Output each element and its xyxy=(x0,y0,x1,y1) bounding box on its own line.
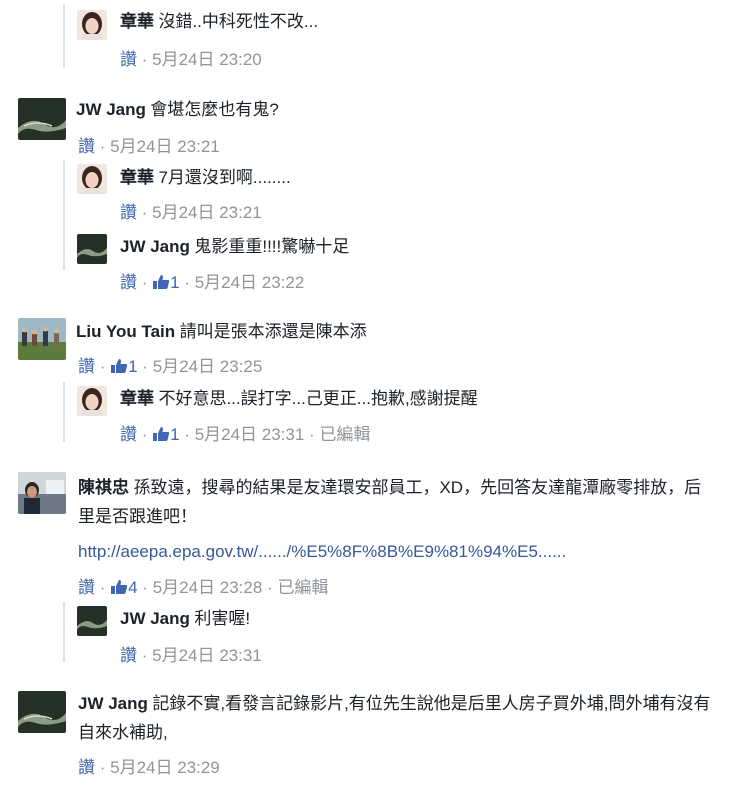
comment-body: Liu You Tain 請叫是張本添還是陳本添 xyxy=(76,320,367,345)
comment-link[interactable]: http://aeepa.epa.gov.tw/....../%E5%8F%8B… xyxy=(78,542,566,562)
like-thumb-icon xyxy=(111,580,128,594)
separator: · xyxy=(95,357,111,376)
comment-text: 會堪怎麼也有鬼? xyxy=(150,100,279,119)
reply-thread-line xyxy=(63,160,65,270)
comment-body: 章華 不好意思...誤打字...己更正...抱歉,感謝提醒 xyxy=(120,387,478,412)
comment-text: 孫致遠，搜尋的結果是友達環安部員工，XD，先回答友達龍潭廠零排放，后里是否跟進吧… xyxy=(78,478,702,526)
like-link[interactable]: 讚 xyxy=(120,50,137,69)
avatar[interactable] xyxy=(77,234,107,264)
comment-text: 沒錯..中科死性不改... xyxy=(158,12,319,31)
comment-meta: 讚 · 1 · 5月24日 23:22 xyxy=(120,268,304,293)
comment-body: 陳祺忠 孫致遠，搜尋的結果是友達環安部員工，XD，先回答友達龍潭廠零排放，后里是… xyxy=(78,474,718,532)
separator: · xyxy=(137,357,153,376)
timestamp[interactable]: 5月24日 23:22 xyxy=(195,273,305,292)
avatar[interactable] xyxy=(77,164,107,194)
separator: · xyxy=(95,578,111,597)
comment-text: 7月還沒到啊........ xyxy=(158,168,291,187)
reply-thread-line xyxy=(63,382,65,442)
comment-meta: 讚 · 5月24日 23:20 xyxy=(120,45,262,70)
like-link[interactable]: 讚 xyxy=(120,203,137,222)
like-count[interactable]: 4 xyxy=(128,578,137,597)
avatar[interactable] xyxy=(77,10,107,40)
comment-body: 章華 7月還沒到啊........ xyxy=(120,166,291,191)
avatar[interactable] xyxy=(77,386,107,416)
separator: · xyxy=(137,273,153,292)
separator: · xyxy=(179,425,195,444)
comment-meta: 讚 · 5月24日 23:31 xyxy=(120,641,262,666)
like-link[interactable]: 讚 xyxy=(120,273,137,292)
separator: · xyxy=(137,425,153,444)
like-thumb-icon xyxy=(111,359,128,373)
comment-text: 請叫是張本添還是陳本添 xyxy=(179,322,367,341)
timestamp[interactable]: 5月24日 23:31 xyxy=(152,646,262,665)
separator: · xyxy=(95,758,111,777)
separator: · xyxy=(137,646,153,665)
comment-text: 記錄不實,看發言記錄影片,有位先生說他是后里人房子買外埔,問外埔有沒有自來水補助… xyxy=(78,694,711,742)
commenter-name[interactable]: 章華 xyxy=(120,389,154,408)
timestamp[interactable]: 5月24日 23:28 xyxy=(153,578,263,597)
comment-text: 鬼影重重!!!!驚嚇十足 xyxy=(194,237,350,256)
comment-body: 章華 沒錯..中科死性不改... xyxy=(120,10,318,35)
commenter-name[interactable]: Liu You Tain xyxy=(76,322,175,341)
like-count[interactable]: 1 xyxy=(128,357,137,376)
commenter-name[interactable]: JW Jang xyxy=(120,237,190,256)
commenter-name[interactable]: JW Jang xyxy=(76,100,146,119)
commenter-name[interactable]: JW Jang xyxy=(78,694,148,713)
like-count[interactable]: 1 xyxy=(170,425,179,444)
comment-text: 利害喔! xyxy=(194,609,251,628)
edited-link[interactable]: 已編輯 xyxy=(277,578,328,597)
avatar[interactable] xyxy=(18,98,66,140)
separator: · xyxy=(137,578,153,597)
comment-meta: 讚 · 5月24日 23:21 xyxy=(120,198,262,223)
separator: · xyxy=(262,578,278,597)
comment-meta: 讚 · 1 · 5月24日 23:31 · 已編輯 xyxy=(120,420,370,445)
timestamp[interactable]: 5月24日 23:21 xyxy=(152,203,262,222)
separator: · xyxy=(179,273,195,292)
like-link[interactable]: 讚 xyxy=(78,137,95,156)
like-thumb-icon xyxy=(153,275,170,289)
timestamp[interactable]: 5月24日 23:25 xyxy=(153,357,263,376)
like-link[interactable]: 讚 xyxy=(120,646,137,665)
like-link[interactable]: 讚 xyxy=(78,758,95,777)
timestamp[interactable]: 5月24日 23:21 xyxy=(110,137,220,156)
commenter-name[interactable]: 陳祺忠 xyxy=(78,478,129,497)
commenter-name[interactable]: 章華 xyxy=(120,12,154,31)
like-link[interactable]: 讚 xyxy=(78,578,95,597)
avatar[interactable] xyxy=(18,691,66,733)
separator: · xyxy=(137,203,153,222)
edited-link[interactable]: 已編輯 xyxy=(319,425,370,444)
like-count[interactable]: 1 xyxy=(170,273,179,292)
separator: · xyxy=(95,137,111,156)
comment-body: JW Jang 記錄不實,看發言記錄影片,有位先生說他是后里人房子買外埔,問外埔… xyxy=(78,690,718,748)
reply-thread-line xyxy=(63,4,65,68)
comment-body: JW Jang 鬼影重重!!!!驚嚇十足 xyxy=(120,235,349,260)
timestamp[interactable]: 5月24日 23:20 xyxy=(152,50,262,69)
like-link[interactable]: 讚 xyxy=(120,425,137,444)
timestamp[interactable]: 5月24日 23:31 xyxy=(195,425,305,444)
comment-meta: 讚 · 4 · 5月24日 23:28 · 已編輯 xyxy=(78,573,328,598)
avatar[interactable] xyxy=(77,606,107,636)
avatar[interactable] xyxy=(18,318,66,360)
avatar[interactable] xyxy=(18,472,66,514)
comment-meta: 讚 · 1 · 5月24日 23:25 xyxy=(78,352,262,377)
separator: · xyxy=(304,425,320,444)
comment-text: 不好意思...誤打字...己更正...抱歉,感謝提醒 xyxy=(158,389,478,408)
commenter-name[interactable]: JW Jang xyxy=(120,609,190,628)
commenter-name[interactable]: 章華 xyxy=(120,168,154,187)
reply-thread-line xyxy=(63,602,65,662)
like-thumb-icon xyxy=(153,427,170,441)
separator: · xyxy=(137,50,153,69)
comment-meta: 讚 · 5月24日 23:29 xyxy=(78,753,220,778)
like-link[interactable]: 讚 xyxy=(78,357,95,376)
comment-body: JW Jang 會堪怎麼也有鬼? xyxy=(76,98,279,123)
comment-meta: 讚 · 5月24日 23:21 xyxy=(78,132,220,157)
timestamp[interactable]: 5月24日 23:29 xyxy=(110,758,220,777)
comment-body: JW Jang 利害喔! xyxy=(120,607,250,632)
